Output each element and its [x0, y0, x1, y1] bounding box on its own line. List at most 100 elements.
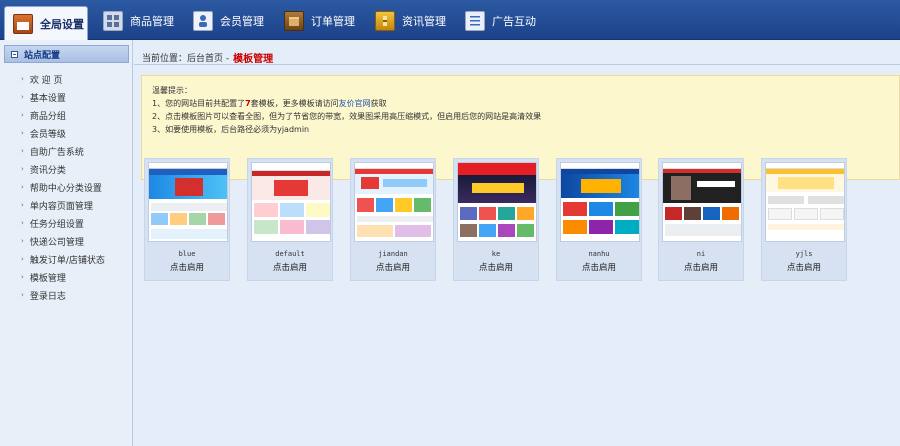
- sidebar-item-welcome[interactable]: › 欢 迎 页: [21, 72, 63, 86]
- collapse-icon: [11, 50, 18, 58]
- tab-label: 资讯管理: [402, 14, 446, 28]
- sidebar-item-template-management[interactable]: › 模板管理: [21, 270, 66, 284]
- template-name: blue: [178, 250, 196, 258]
- enable-template-button[interactable]: 点击启用: [248, 261, 332, 273]
- breadcrumb-prefix: 当前位置：后台首页 -: [142, 54, 230, 64]
- top-navigation-bar: 全局设置 商品管理 会员管理 订单管理 资讯管理 广告互动: [0, 0, 900, 40]
- template-card-ke: ke 点击启用: [453, 158, 539, 281]
- sidebar-item-single-page[interactable]: › 单内容页面管理: [21, 198, 93, 212]
- enable-template-button[interactable]: 点击启用: [351, 261, 435, 273]
- tab-order-management[interactable]: 订单管理: [284, 5, 355, 36]
- template-name: ni: [696, 250, 706, 258]
- chevron-right-icon: ›: [21, 183, 24, 191]
- template-name: nanhu: [588, 250, 610, 258]
- chevron-right-icon: ›: [21, 93, 24, 101]
- chevron-right-icon: ›: [21, 237, 24, 245]
- tips-line-2: 2、点击模板图片可以查看全图，但为了节省您的带宽，效果图采用高压缩模式，但启用后…: [152, 112, 542, 121]
- template-card-yjls: yjls 点击启用: [761, 158, 847, 281]
- member-card-icon: [193, 10, 213, 31]
- template-thumbnail[interactable]: [354, 162, 434, 242]
- sidebar-item-basic-settings[interactable]: › 基本设置: [21, 90, 66, 104]
- order-box-icon: [284, 10, 304, 31]
- enable-template-button[interactable]: 点击启用: [659, 261, 743, 273]
- main-content: 当前位置：后台首页 - 模板管理 温馨提示： 1、您的网站目前共配置了7套模板，…: [134, 40, 900, 446]
- sidebar-item-help-center[interactable]: › 帮助中心分类设置: [21, 180, 102, 194]
- sidebar-item-label: 任务分组设置: [29, 219, 84, 230]
- tab-label: 订单管理: [311, 14, 355, 28]
- sidebar-item-label: 会员等级: [29, 129, 66, 140]
- sidebar-item-trigger-status[interactable]: › 触发订单/店铺状态: [21, 252, 105, 266]
- sidebar-item-label: 登录日志: [29, 291, 66, 302]
- template-name: jiandan: [378, 250, 408, 258]
- template-card-jiandan: jiandan 点击启用: [350, 158, 436, 281]
- official-site-link[interactable]: 友价官网: [339, 99, 371, 108]
- chevron-right-icon: ›: [21, 129, 24, 137]
- enable-template-button[interactable]: 点击启用: [145, 261, 229, 273]
- sidebar-item-label: 欢 迎 页: [29, 75, 63, 86]
- sidebar-heading-label: 站点配置: [24, 50, 61, 61]
- sidebar-item-label: 商品分组: [29, 111, 66, 122]
- template-thumbnail[interactable]: [251, 162, 331, 242]
- chevron-right-icon: ›: [21, 147, 24, 155]
- tips-line-1: 1、您的网站目前共配置了7套模板，更多模板请访问友价官网获取: [152, 99, 387, 108]
- sidebar-item-label: 单内容页面管理: [29, 201, 93, 212]
- tab-goods-management[interactable]: 商品管理: [103, 5, 174, 36]
- breadcrumb: 当前位置：后台首页 - 模板管理: [142, 50, 273, 65]
- template-name: default: [275, 250, 305, 258]
- chevron-right-icon: ›: [21, 75, 24, 83]
- ad-document-icon: [465, 10, 485, 31]
- sidebar-item-label: 资讯分类: [29, 165, 66, 176]
- enable-template-button[interactable]: 点击启用: [454, 261, 538, 273]
- chevron-right-icon: ›: [21, 111, 24, 119]
- template-thumbnail[interactable]: [765, 162, 845, 242]
- sidebar-item-member-level[interactable]: › 会员等级: [21, 126, 66, 140]
- template-thumbnail[interactable]: [560, 162, 640, 242]
- sidebar-item-label: 快递公司管理: [29, 237, 84, 248]
- template-card-nanhu: nanhu 点击启用: [556, 158, 642, 281]
- global-settings-icon: [13, 13, 33, 34]
- chevron-right-icon: ›: [21, 165, 24, 173]
- goods-grid-icon: [103, 10, 123, 31]
- tab-label: 全局设置: [40, 17, 84, 31]
- chevron-right-icon: ›: [21, 201, 24, 209]
- template-card-default: default 点击启用: [247, 158, 333, 281]
- template-card-ni: ni 点击启用: [658, 158, 744, 281]
- sidebar-item-express[interactable]: › 快递公司管理: [21, 234, 84, 248]
- breadcrumb-current: 模板管理: [233, 54, 274, 65]
- sidebar-item-label: 触发订单/店铺状态: [29, 255, 105, 266]
- enable-template-button[interactable]: 点击启用: [557, 261, 641, 273]
- template-thumbnail[interactable]: [457, 162, 537, 242]
- sidebar-item-label: 基本设置: [29, 93, 66, 104]
- template-card-blue: blue 点击启用: [144, 158, 230, 281]
- template-thumbnail[interactable]: [662, 162, 742, 242]
- tab-global-settings[interactable]: 全局设置: [4, 6, 88, 40]
- tab-ad-interaction[interactable]: 广告互动: [465, 5, 536, 36]
- tab-label: 商品管理: [130, 14, 174, 28]
- template-name: ke: [491, 250, 501, 258]
- sidebar: 站点配置 › 欢 迎 页 › 基本设置 › 商品分组 › 会员等级 › 自助广告系统 › 资…: [0, 40, 133, 446]
- sidebar-item-task-group[interactable]: › 任务分组设置: [21, 216, 84, 230]
- template-thumbnail[interactable]: [148, 162, 228, 242]
- tab-label: 广告互动: [492, 14, 536, 28]
- sidebar-item-label: 自助广告系统: [29, 147, 84, 158]
- tab-news-management[interactable]: 资讯管理: [375, 5, 446, 36]
- chevron-right-icon: ›: [21, 291, 24, 299]
- tips-title: 温馨提示：: [152, 86, 192, 95]
- tab-label: 会员管理: [220, 14, 264, 28]
- divider: [134, 64, 900, 65]
- enable-template-button[interactable]: 点击启用: [762, 261, 846, 273]
- sidebar-item-self-ad-system[interactable]: › 自助广告系统: [21, 144, 84, 158]
- tips-line-3: 3、如要使用模板，后台路径必须为yjadmin: [152, 125, 310, 134]
- sidebar-item-label: 模板管理: [29, 273, 66, 284]
- news-folder-icon: [375, 10, 395, 31]
- chevron-right-icon: ›: [21, 273, 24, 281]
- sidebar-item-label: 帮助中心分类设置: [29, 183, 102, 194]
- sidebar-item-login-log[interactable]: › 登录日志: [21, 288, 66, 302]
- template-name: yjls: [795, 250, 813, 258]
- chevron-right-icon: ›: [21, 219, 24, 227]
- sidebar-item-news-category[interactable]: › 资讯分类: [21, 162, 66, 176]
- chevron-right-icon: ›: [21, 255, 24, 263]
- tab-member-management[interactable]: 会员管理: [193, 5, 264, 36]
- sidebar-heading[interactable]: 站点配置: [4, 45, 129, 63]
- sidebar-item-goods-group[interactable]: › 商品分组: [21, 108, 66, 122]
